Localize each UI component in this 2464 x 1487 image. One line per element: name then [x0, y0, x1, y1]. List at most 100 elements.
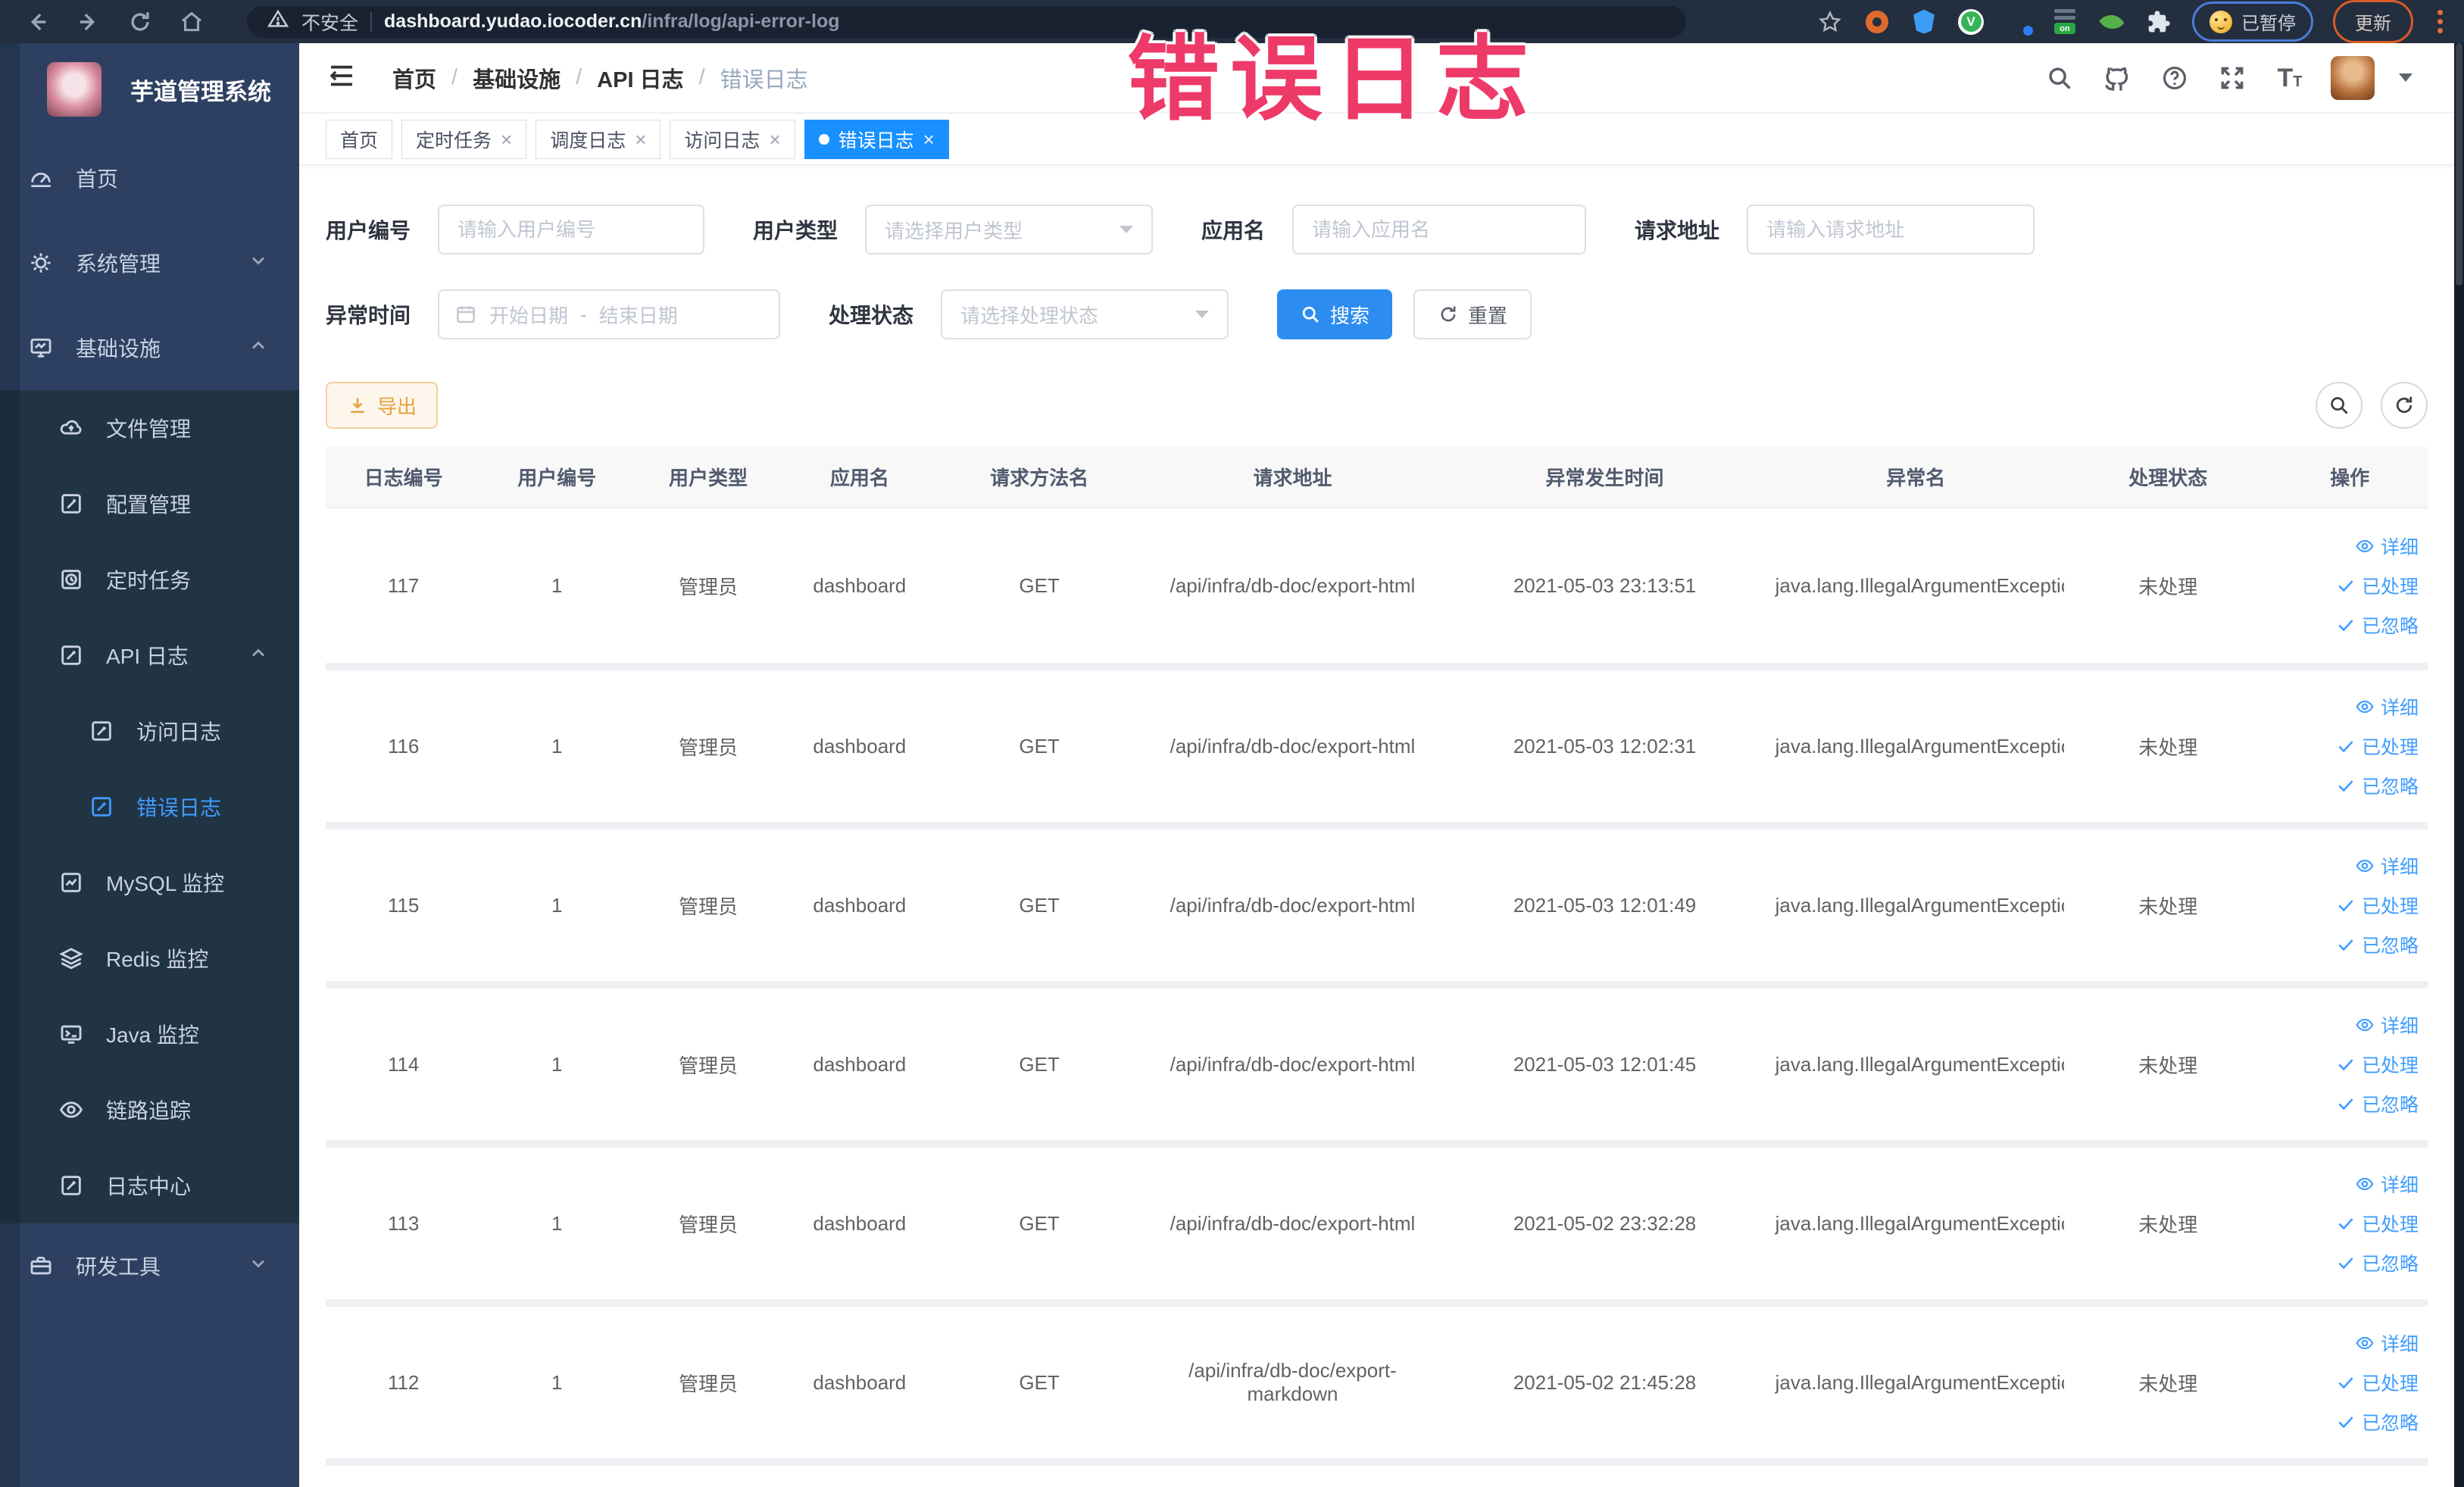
reset-button[interactable]: 重置 [1413, 289, 1532, 339]
page-scrollbar[interactable] [2454, 43, 2464, 1487]
cell-user-id: 1 [481, 667, 633, 829]
mark-processed-link[interactable]: 已处理 [2280, 1204, 2419, 1243]
mark-processed-link[interactable]: 已处理 [2280, 1363, 2419, 1402]
mark-processed-link[interactable]: 已处理 [2280, 886, 2419, 925]
user-menu-caret-icon[interactable] [2399, 73, 2412, 82]
browser-home-button[interactable] [174, 5, 209, 39]
user-type-select[interactable]: 请选择用户类型 [865, 205, 1154, 255]
process-status-select[interactable]: 请选择处理状态 [941, 289, 1229, 339]
exception-time-range-input[interactable]: 开始日期 - 结束日期 [438, 289, 781, 339]
font-size-icon[interactable]: TT [2273, 61, 2306, 95]
github-icon[interactable] [2100, 61, 2134, 95]
edit-square-icon [58, 1172, 85, 1199]
sidebar-item-api-log[interactable]: API 日志 [0, 617, 299, 693]
sidebar-item-error-log[interactable]: 错误日志 [0, 769, 299, 845]
detail-link[interactable]: 详细 [2280, 1005, 2419, 1045]
breadcrumb-api-log[interactable]: API 日志 [597, 62, 683, 94]
tag-label: 定时任务 [416, 130, 492, 152]
mark-ignored-link[interactable]: 已忽略 [2280, 605, 2419, 645]
profile-paused-chip[interactable]: 已暂停 [2192, 2, 2313, 42]
sidebar-item-dev-tools[interactable]: 研发工具 [0, 1223, 299, 1308]
sidebar-logo[interactable]: 芋道管理系统 [0, 43, 299, 136]
browser-update-chip[interactable]: 更新 [2333, 0, 2413, 43]
user-avatar[interactable] [2331, 55, 2375, 100]
mark-processed-link[interactable]: 已处理 [2280, 726, 2419, 766]
mark-ignored-link[interactable]: 已忽略 [2280, 1243, 2419, 1282]
exception-time-label: 异常时间 [326, 304, 411, 327]
user-type-label: 用户类型 [753, 219, 839, 242]
mark-ignored-link[interactable]: 已忽略 [2280, 1402, 2419, 1442]
extension-orange-icon[interactable] [1863, 8, 1891, 36]
terminal-monitor-icon [58, 1020, 85, 1048]
sidebar-item-file-management[interactable]: 文件管理 [0, 390, 299, 466]
table-row: 117 1 管理员 dashboard GET /api/infra/db-do… [326, 508, 2428, 670]
toggle-search-button[interactable] [2316, 382, 2363, 429]
browser-forward-button[interactable] [71, 5, 106, 39]
sidebar-item-redis-monitor[interactable]: Redis 监控 [0, 920, 299, 996]
overlay-annotation-title: 错误日志 [1127, 28, 1539, 131]
extension-sprout-icon[interactable] [2098, 8, 2125, 36]
mark-ignored-link[interactable]: 已忽略 [2280, 1084, 2419, 1123]
error-log-table: 日志编号 用户编号 用户类型 应用名 请求方法名 请求地址 异常发生时间 异常名… [326, 447, 2428, 1466]
select-caret-icon [1120, 226, 1134, 233]
sidebar-item-scheduled-jobs[interactable]: 定时任务 [0, 542, 299, 617]
sidebar-item-trace[interactable]: 链路追踪 [0, 1072, 299, 1148]
table-header-row: 日志编号 用户编号 用户类型 应用名 请求方法名 请求地址 异常发生时间 异常名… [326, 447, 2428, 508]
detail-link[interactable]: 详细 [2280, 1323, 2419, 1363]
url-host: dashboard.yudao.iocoder.cn [384, 11, 642, 32]
mark-ignored-link[interactable]: 已忽略 [2280, 766, 2419, 805]
browser-back-button[interactable] [20, 5, 55, 39]
tag-error-log[interactable]: 错误日志 × [804, 119, 949, 159]
check-icon [2338, 939, 2353, 951]
search-button-label: 搜索 [1330, 304, 1370, 327]
sidebar-item-label: 日志中心 [106, 1175, 192, 1198]
sidebar-item-java-monitor[interactable]: Java 监控 [0, 996, 299, 1072]
bookmark-star-icon[interactable] [1816, 8, 1844, 36]
fullscreen-icon[interactable] [2216, 61, 2249, 95]
tag-scheduled-jobs[interactable]: 定时任务 × [401, 119, 527, 159]
sidebar-item-log-center[interactable]: 日志中心 [0, 1148, 299, 1223]
refresh-table-button[interactable] [2381, 382, 2428, 429]
close-tag-icon[interactable]: × [501, 130, 512, 149]
request-url-input[interactable] [1747, 205, 2035, 255]
refresh-icon [1441, 306, 1456, 322]
extension-grid-icon[interactable] [2004, 8, 2033, 36]
extension-shield-icon[interactable] [1910, 8, 1938, 36]
extension-green-v-icon[interactable]: V [1957, 8, 1985, 36]
tag-home[interactable]: 首页 [326, 119, 393, 159]
extension-on-badge-icon[interactable]: on [2051, 8, 2078, 36]
tag-access-log[interactable]: 访问日志 × [670, 119, 795, 159]
extensions-puzzle-icon[interactable] [2145, 8, 2172, 36]
breadcrumb-home[interactable]: 首页 [392, 62, 436, 94]
mark-processed-link[interactable]: 已处理 [2280, 566, 2419, 605]
detail-link[interactable]: 详细 [2280, 1164, 2419, 1204]
sidebar-item-home[interactable]: 首页 [0, 136, 299, 220]
cell-url: /api/infra/db-doc/export-html [1143, 985, 1442, 1148]
browser-reload-button[interactable] [123, 5, 158, 39]
sidebar-item-access-log[interactable]: 访问日志 [0, 693, 299, 769]
detail-link[interactable]: 详细 [2280, 846, 2419, 886]
app-name-input[interactable] [1292, 205, 1587, 255]
mark-processed-link[interactable]: 已处理 [2280, 1045, 2419, 1084]
detail-link[interactable]: 详细 [2280, 687, 2419, 726]
sidebar-item-system[interactable]: 系统管理 [0, 220, 299, 305]
breadcrumb-infrastructure[interactable]: 基础设施 [473, 62, 561, 94]
cell-user-id: 1 [481, 508, 633, 670]
export-button[interactable]: 导出 [326, 382, 439, 429]
sidebar-item-mysql-monitor[interactable]: MySQL 监控 [0, 845, 299, 920]
sidebar-item-infrastructure[interactable]: 基础设施 [0, 305, 299, 390]
search-icon[interactable] [2043, 61, 2076, 95]
close-tag-icon[interactable]: × [635, 130, 646, 149]
user-id-input[interactable] [438, 205, 705, 255]
tag-schedule-log[interactable]: 调度日志 × [536, 119, 661, 159]
close-tag-icon[interactable]: × [769, 130, 780, 149]
help-circle-icon[interactable] [2158, 61, 2191, 95]
sidebar-item-config-management[interactable]: 配置管理 [0, 466, 299, 542]
search-button[interactable]: 搜索 [1277, 289, 1393, 339]
mark-ignored-link[interactable]: 已忽略 [2280, 925, 2419, 964]
close-tag-icon[interactable]: × [923, 130, 935, 149]
security-warning-icon[interactable] [267, 8, 289, 36]
sidebar-collapse-icon[interactable] [326, 60, 358, 95]
browser-menu-icon[interactable] [2433, 8, 2447, 35]
detail-link[interactable]: 详细 [2280, 526, 2419, 566]
